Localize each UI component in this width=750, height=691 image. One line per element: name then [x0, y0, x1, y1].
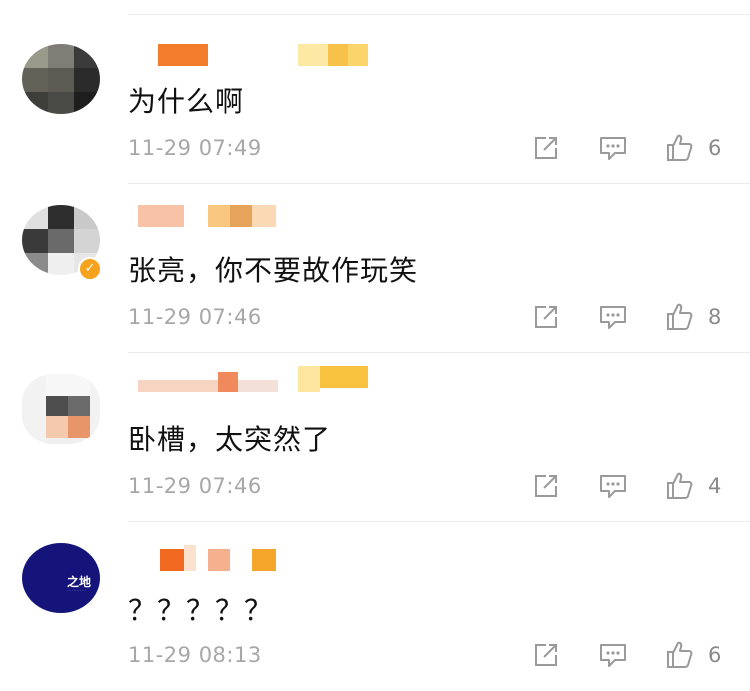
comment-time: 11-29 08:13 — [128, 643, 262, 667]
comment-icon[interactable] — [598, 303, 628, 335]
comment-icon[interactable] — [598, 641, 628, 673]
comment-time: 11-29 07:49 — [128, 136, 262, 160]
share-icon[interactable] — [532, 641, 560, 673]
thumbs-up-icon[interactable] — [664, 639, 696, 675]
comment-time: 11-29 07:46 — [128, 305, 262, 329]
comment-time: 11-29 07:46 — [128, 474, 262, 498]
comment-item: ✓ 张亮，你不要故作玩笑 11-29 07:46 8 — [0, 183, 750, 353]
like-count: 8 — [708, 305, 722, 329]
comment-item: 之地 ············ ？？？？？ 11-29 08:13 6 — [0, 521, 750, 691]
thumbs-up-icon[interactable] — [664, 301, 696, 337]
like-count: 4 — [708, 474, 722, 498]
thumbs-up-icon[interactable] — [664, 132, 696, 168]
thumbs-up-icon[interactable] — [664, 470, 696, 506]
comment-icon[interactable] — [598, 472, 628, 504]
like-count: 6 — [708, 136, 722, 160]
avatar[interactable]: 之地 ············ — [22, 543, 100, 613]
avatar-brand-subtext: ············ — [67, 588, 87, 594]
comment-text: ？？？？？ — [128, 594, 274, 627]
comment-item: 为什么啊 11-29 07:49 6 — [0, 14, 750, 184]
verified-badge-icon: ✓ — [78, 257, 102, 281]
share-icon[interactable] — [532, 472, 560, 504]
like-count: 6 — [708, 643, 722, 667]
comment-text: 为什么啊 — [128, 85, 245, 118]
comment-item: 卧槽，太突然了 11-29 07:46 4 — [0, 352, 750, 522]
comment-text: 卧槽，太突然了 — [128, 423, 332, 456]
comment-text: 张亮，你不要故作玩笑 — [128, 254, 419, 287]
share-icon[interactable] — [532, 134, 560, 166]
avatar[interactable] — [22, 374, 100, 444]
comment-icon[interactable] — [598, 134, 628, 166]
share-icon[interactable] — [532, 303, 560, 335]
avatar[interactable] — [22, 44, 100, 114]
